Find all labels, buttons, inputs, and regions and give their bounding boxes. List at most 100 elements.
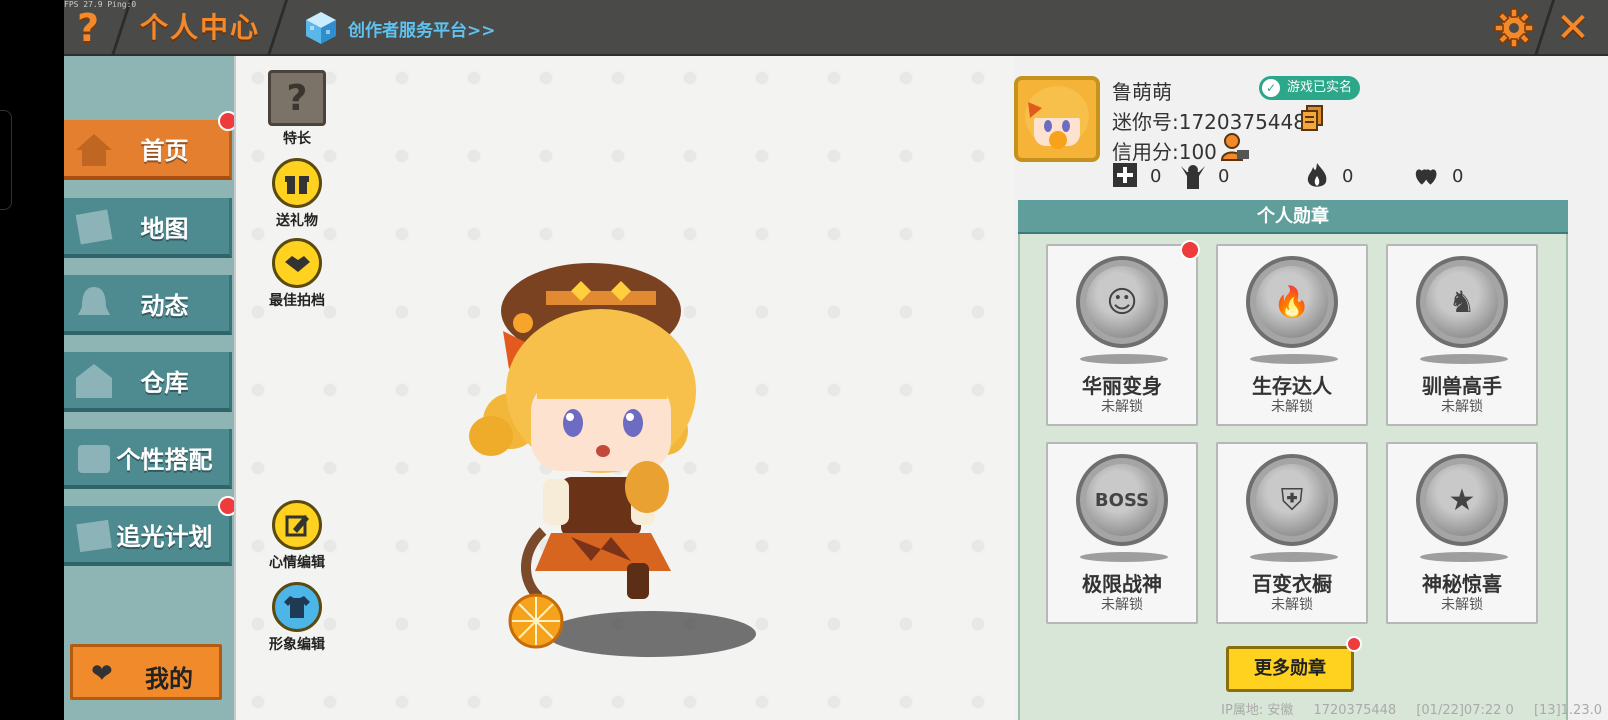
page-title: 个人中心	[140, 11, 261, 44]
mood-edit-label: 心情编辑	[269, 555, 325, 571]
stat-value: 0	[1342, 165, 1354, 187]
stat-value: 0	[1218, 165, 1230, 187]
copy-icon[interactable]	[1300, 104, 1324, 132]
sidebar-item-outfit[interactable]: 个性搭配	[64, 429, 232, 489]
sidebar-item-label: 个性搭配	[116, 445, 213, 474]
stat-fans[interactable]: 0	[1180, 162, 1229, 190]
medal-base	[1420, 354, 1508, 364]
close-button[interactable]: ✕	[1538, 0, 1608, 56]
sidebar-item-label: 仓库	[140, 368, 189, 397]
credit-score: 信用分:100	[1112, 140, 1217, 164]
sidebar-item-map[interactable]: 地图	[64, 198, 232, 258]
ip-location: IP属地: 安徽	[1221, 703, 1294, 718]
question-icon: ?	[76, 6, 100, 50]
footer-time: [01/22]07:22 0	[1416, 703, 1514, 718]
badge-name: 驯兽高手	[1422, 374, 1502, 398]
badge-name: 极限战神	[1082, 572, 1162, 596]
sidebar-item-plan[interactable]: 追光计划	[64, 506, 232, 566]
badge-status: 未解锁	[1101, 399, 1143, 415]
medal-tamer-icon: ♞	[1416, 256, 1508, 348]
footer-info: IP属地: 安徽 1720375448 [01/22]07:22 0 [13]1…	[1205, 699, 1602, 718]
sidebar: 首页 地图 动态 仓库 个性搭配 追光计划 ❤ 我的	[64, 56, 238, 720]
medal-base	[1420, 552, 1508, 562]
flame-icon	[1307, 163, 1327, 187]
badge-card[interactable]: ♞ 驯兽高手 未解锁	[1386, 244, 1538, 426]
mini-id: 迷你号:1720375448	[1112, 110, 1306, 134]
talent-label: 特长	[283, 131, 311, 147]
best-partner-button[interactable]: 最佳拍档	[252, 238, 342, 310]
badge-name: 华丽变身	[1082, 374, 1162, 398]
gift-icon	[272, 158, 322, 208]
edit-icon	[272, 500, 322, 550]
app-window: FPS 27.9 Ping:0 ? 个人中心 创作者服务平台>> ✕ 首页 地图…	[64, 0, 1608, 720]
medal-wardrobe-icon: ⛨	[1246, 454, 1338, 546]
notification-dot	[1346, 636, 1362, 652]
creator-platform-link[interactable]: 创作者服务平台>>	[304, 10, 496, 46]
fps-readout: FPS 27.9 Ping:0	[64, 0, 137, 9]
notification-dot	[1180, 240, 1200, 260]
badge-card[interactable]: ★ 神秘惊喜 未解锁	[1386, 442, 1538, 624]
divider	[266, 0, 289, 56]
credit-user-icon[interactable]	[1220, 132, 1250, 162]
mood-edit-button[interactable]: 心情编辑	[252, 500, 342, 572]
stat-value: 0	[1150, 165, 1162, 187]
medal-base	[1080, 354, 1168, 364]
verified-label: 游戏已实名	[1287, 80, 1353, 95]
sidebar-item-label: 首页	[140, 136, 189, 165]
device-edge	[0, 110, 12, 210]
badge-card[interactable]: ☺ 华丽变身 未解锁	[1046, 244, 1198, 426]
character-stage: ? 特长 送礼物 最佳拍档 心情编辑 形象编辑	[234, 56, 1014, 720]
medal-base	[1080, 552, 1168, 562]
stat-likes[interactable]: 0	[1414, 162, 1463, 190]
mine-button[interactable]: ❤ 我的	[70, 644, 222, 700]
sidebar-item-feed[interactable]: 动态	[64, 275, 232, 335]
send-gift-label: 送礼物	[276, 213, 318, 229]
hearts-icon	[1415, 169, 1437, 185]
badge-status: 未解锁	[1441, 399, 1483, 415]
character-avatar[interactable]	[451, 251, 741, 651]
top-bar: ? 个人中心 创作者服务平台>> ✕	[64, 0, 1608, 56]
avatar-edit-button[interactable]: 形象编辑	[252, 582, 342, 654]
close-icon: ✕	[1556, 5, 1590, 51]
sidebar-item-label: 动态	[140, 291, 189, 320]
cube-icon	[306, 12, 336, 44]
fans-icon	[1181, 165, 1205, 189]
sidebar-item-home[interactable]: 首页	[64, 120, 232, 180]
heart-icon: ❤	[91, 659, 113, 689]
avatar-edit-label: 形象编辑	[269, 637, 325, 653]
handshake-icon	[272, 238, 322, 288]
badge-name: 百变衣橱	[1252, 572, 1332, 596]
creator-platform-label: 创作者服务平台>>	[348, 20, 496, 41]
username: 鲁萌萌	[1112, 80, 1172, 104]
stat-add-friends[interactable]: 0	[1112, 162, 1161, 190]
mine-label: 我的	[145, 665, 193, 693]
badge-status: 未解锁	[1101, 597, 1143, 613]
sidebar-item-label: 追光计划	[116, 522, 213, 551]
badge-status: 未解锁	[1441, 597, 1483, 613]
medal-transform-icon: ☺	[1076, 256, 1168, 348]
best-partner-label: 最佳拍档	[269, 293, 325, 309]
medal-base	[1250, 552, 1338, 562]
medal-campfire-icon: 🔥	[1246, 256, 1338, 348]
badge-card[interactable]: 🔥 生存达人 未解锁	[1216, 244, 1368, 426]
talent-button[interactable]: ? 特长	[252, 70, 342, 148]
more-badges-button[interactable]: 更多勋章	[1226, 646, 1354, 692]
send-gift-button[interactable]: 送礼物	[252, 158, 342, 230]
verified-badge: ✓ 游戏已实名	[1259, 76, 1361, 100]
settings-gear-icon[interactable]	[1492, 6, 1536, 50]
shirt-icon	[272, 582, 322, 632]
badge-panel: 个人勋章 ☺ 华丽变身 未解锁 🔥 生存达人 未解锁 ♞ 驯兽高手 未解锁 BO…	[1018, 200, 1568, 720]
medal-boss-icon: BOSS	[1076, 454, 1168, 546]
badge-card[interactable]: BOSS 极限战神 未解锁	[1046, 442, 1198, 624]
badge-card[interactable]: ⛨ 百变衣橱 未解锁	[1216, 442, 1368, 624]
sidebar-item-warehouse[interactable]: 仓库	[64, 352, 232, 412]
avatar[interactable]	[1014, 76, 1100, 162]
profile-panel: 鲁萌萌 ✓ 游戏已实名 迷你号:1720375448 信用分:100 0 0 0…	[1014, 56, 1608, 720]
question-icon: ?	[268, 70, 326, 126]
footer-uid: 1720375448	[1313, 703, 1397, 718]
stat-popularity[interactable]: 0	[1304, 162, 1353, 190]
badge-status: 未解锁	[1271, 597, 1313, 613]
footer-version: [13]1.23.0	[1533, 703, 1602, 718]
stat-value: 0	[1452, 165, 1464, 187]
badge-panel-title: 个人勋章	[1018, 200, 1568, 234]
